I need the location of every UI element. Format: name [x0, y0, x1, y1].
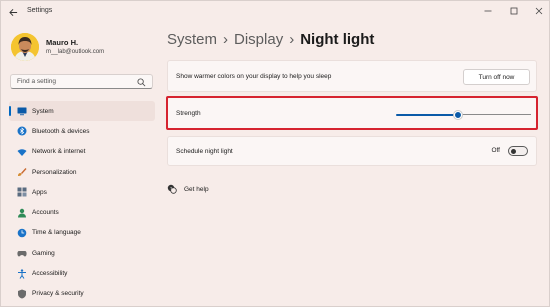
- close-button[interactable]: [532, 4, 546, 18]
- profile-name: Mauro H.: [46, 38, 79, 47]
- arrow-left-icon: [8, 8, 17, 16]
- breadcrumb: System › Display › Night light: [167, 31, 374, 48]
- sidebar-item-system[interactable]: System: [9, 101, 155, 122]
- sidebar-item-accounts[interactable]: Accounts: [9, 202, 155, 222]
- minimize-button[interactable]: [481, 4, 495, 18]
- globe-clock-icon: [17, 228, 27, 238]
- get-help-label: Get help: [184, 185, 209, 193]
- sidebar-item-network-internet[interactable]: Network & internet: [9, 142, 155, 162]
- search-box[interactable]: [10, 74, 153, 89]
- page-title: Night light: [300, 31, 375, 48]
- sidebar-item-label: System: [32, 107, 54, 115]
- sidebar-item-label: Gaming: [32, 249, 55, 257]
- breadcrumb-system[interactable]: System: [167, 31, 217, 48]
- sidebar-item-label: Accounts: [32, 209, 59, 217]
- sidebar-nav: System Bluetooth & devices Network & int…: [9, 101, 155, 304]
- warm-colors-label: Show warmer colors on your display to he…: [176, 73, 332, 80]
- settings-window: Settings Mauro H. m__lab@outlook.com Fin…: [0, 0, 550, 307]
- wifi-icon: [17, 147, 27, 157]
- help-chat-icon: ?: [167, 184, 177, 194]
- avatar[interactable]: [11, 33, 39, 61]
- close-icon: [535, 7, 543, 15]
- maximize-icon: [510, 7, 518, 15]
- maximize-button[interactable]: [507, 4, 521, 18]
- search-input[interactable]: [17, 78, 135, 85]
- warm-colors-card: Show warmer colors on your display to he…: [167, 60, 537, 92]
- minimize-icon: [484, 10, 492, 12]
- sidebar-item-privacy-security[interactable]: Privacy & security: [9, 284, 155, 304]
- monitor-icon: [17, 106, 27, 116]
- schedule-toggle-state: Off: [491, 147, 500, 154]
- sidebar-item-personalization[interactable]: Personalization: [9, 162, 155, 182]
- sidebar-item-label: Accessibility: [32, 270, 68, 278]
- breadcrumb-separator: ›: [223, 31, 229, 48]
- sidebar-item-bluetooth-devices[interactable]: Bluetooth & devices: [9, 121, 155, 141]
- bluetooth-icon: [17, 126, 27, 136]
- schedule-card: Schedule night light Off: [167, 136, 537, 166]
- avatar-illustration: [11, 33, 39, 61]
- get-help-link[interactable]: ? Get help: [167, 184, 209, 194]
- sidebar-item-accessibility[interactable]: Accessibility: [9, 263, 155, 283]
- gamepad-icon: [17, 248, 27, 258]
- sidebar-item-gaming[interactable]: Gaming: [9, 243, 155, 263]
- strength-highlight-box: [166, 96, 538, 130]
- schedule-label: Schedule night light: [176, 148, 233, 155]
- sidebar-item-label: Personalization: [32, 168, 77, 176]
- app-title: Settings: [27, 7, 53, 14]
- breadcrumb-separator: ›: [289, 31, 295, 48]
- back-button[interactable]: [7, 6, 19, 18]
- sidebar-item-time-language[interactable]: Time & language: [9, 223, 155, 243]
- brush-icon: [17, 167, 27, 177]
- sidebar-item-label: Network & internet: [32, 148, 86, 156]
- sidebar-item-label: Bluetooth & devices: [32, 127, 90, 135]
- person-icon: [17, 208, 27, 218]
- profile-email: m__lab@outlook.com: [46, 49, 105, 55]
- search-icon: [137, 78, 146, 87]
- toggle-knob: [511, 149, 516, 154]
- sidebar-item-apps[interactable]: Apps: [9, 182, 155, 202]
- breadcrumb-display[interactable]: Display: [234, 31, 283, 48]
- schedule-toggle[interactable]: [508, 146, 528, 156]
- apps-icon: [17, 187, 27, 197]
- sidebar-item-label: Apps: [32, 188, 47, 196]
- turn-off-now-button[interactable]: Turn off now: [463, 69, 530, 85]
- shield-icon: [17, 289, 27, 299]
- sidebar-item-label: Time & language: [32, 229, 81, 237]
- title-bar: Settings: [1, 1, 549, 23]
- sidebar-item-label: Privacy & security: [32, 290, 84, 298]
- accessibility-icon: [17, 268, 27, 279]
